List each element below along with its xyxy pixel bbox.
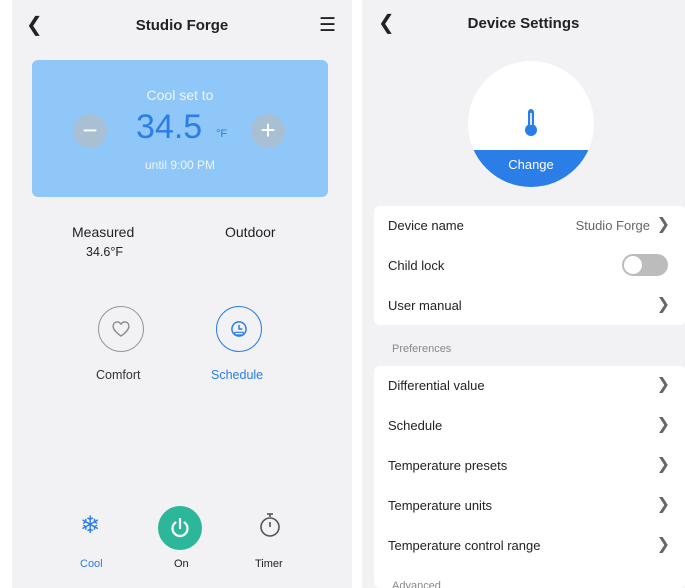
preferences-section-label: Preferences <box>392 343 452 355</box>
thermometer-icon <box>525 109 537 136</box>
device-name-row[interactable]: Device name Studio Forge ❯ <box>374 206 685 246</box>
schedule-clock-icon <box>231 321 247 337</box>
page-title: Studio Forge <box>135 17 229 34</box>
device-name-label: Device name <box>388 218 464 233</box>
general-settings-group: Device name Studio Forge ❯ Child lock Us… <box>374 206 685 325</box>
preferences-group: Differential value ❯ Schedule ❯ Temperat… <box>374 366 685 588</box>
user-manual-row[interactable]: User manual ❯ <box>374 286 685 326</box>
comfort-mode-label: Comfort <box>96 368 141 382</box>
chevron-right-icon: ❯ <box>656 376 670 393</box>
thermostat-screen: ❮ Studio Forge ☰ Cool set to − 34.5 °F +… <box>12 0 352 588</box>
device-avatar[interactable]: Change <box>468 61 594 187</box>
chevron-right-icon: ❯ <box>656 216 670 233</box>
schedule-mode-button[interactable] <box>216 306 262 352</box>
chevron-right-icon: ❯ <box>656 496 670 513</box>
chevron-right-icon: ❯ <box>656 296 670 313</box>
setpoint-value: 34.5 <box>136 108 203 146</box>
timer-label: Timer <box>255 558 283 570</box>
schedule-mode-label: Schedule <box>211 368 264 382</box>
cool-mode-label: Cool <box>80 558 103 570</box>
setpoint-unit: °F <box>216 128 228 140</box>
toggle-knob <box>624 256 642 274</box>
temperature-presets-label: Temperature presets <box>388 458 508 473</box>
schedule-row[interactable]: Schedule ❯ <box>374 406 685 446</box>
increase-temp-button[interactable]: + <box>251 114 285 148</box>
until-time: until 9:00 PM <box>144 158 216 172</box>
power-button[interactable] <box>158 506 202 550</box>
temperature-control-range-row[interactable]: Temperature control range ❯ <box>374 526 685 566</box>
child-lock-label: Child lock <box>388 258 445 273</box>
chevron-right-icon: ❯ <box>656 456 670 473</box>
top-bar: ❮ Device Settings <box>362 0 685 52</box>
device-settings-screen: ❮ Device Settings Change Device name Stu… <box>362 0 685 588</box>
cool-set-label: Cool set to <box>146 87 214 103</box>
power-label: On <box>174 558 189 570</box>
top-bar: ❮ Studio Forge ☰ <box>12 0 352 52</box>
heart-icon <box>112 321 130 337</box>
differential-value-label: Differential value <box>388 378 485 393</box>
measured-value: 34.6°F <box>86 245 123 259</box>
user-manual-label: User manual <box>388 298 462 313</box>
schedule-label: Schedule <box>388 418 443 433</box>
change-label: Change <box>508 157 554 172</box>
chevron-right-icon: ❯ <box>656 416 670 433</box>
child-lock-row: Child lock <box>374 246 685 286</box>
stopwatch-icon[interactable] <box>258 512 282 543</box>
outdoor-label: Outdoor <box>225 224 276 240</box>
measured-label: Measured <box>72 224 135 240</box>
comfort-mode-button[interactable] <box>98 306 144 352</box>
change-photo-button[interactable]: Change <box>468 150 594 187</box>
chevron-right-icon: ❯ <box>656 536 670 553</box>
differential-value-row[interactable]: Differential value ❯ <box>374 366 685 406</box>
temperature-presets-row[interactable]: Temperature presets ❯ <box>374 446 685 486</box>
child-lock-toggle[interactable] <box>622 254 668 276</box>
device-name-value: Studio Forge <box>575 218 650 233</box>
temperature-control-range-label: Temperature control range <box>388 538 541 553</box>
temperature-units-row[interactable]: Temperature units ❯ <box>374 486 685 526</box>
decrease-temp-button[interactable]: − <box>73 114 107 148</box>
advanced-section-label: Advanced <box>392 580 441 588</box>
hamburger-menu-icon[interactable]: ☰ <box>319 16 336 36</box>
setpoint-card: Cool set to − 34.5 °F + until 9:00 PM <box>32 60 328 197</box>
page-title: Device Settings <box>467 15 580 32</box>
temperature-units-label: Temperature units <box>388 498 493 513</box>
snowflake-icon[interactable]: ❄ <box>80 512 100 540</box>
power-icon <box>171 517 189 538</box>
